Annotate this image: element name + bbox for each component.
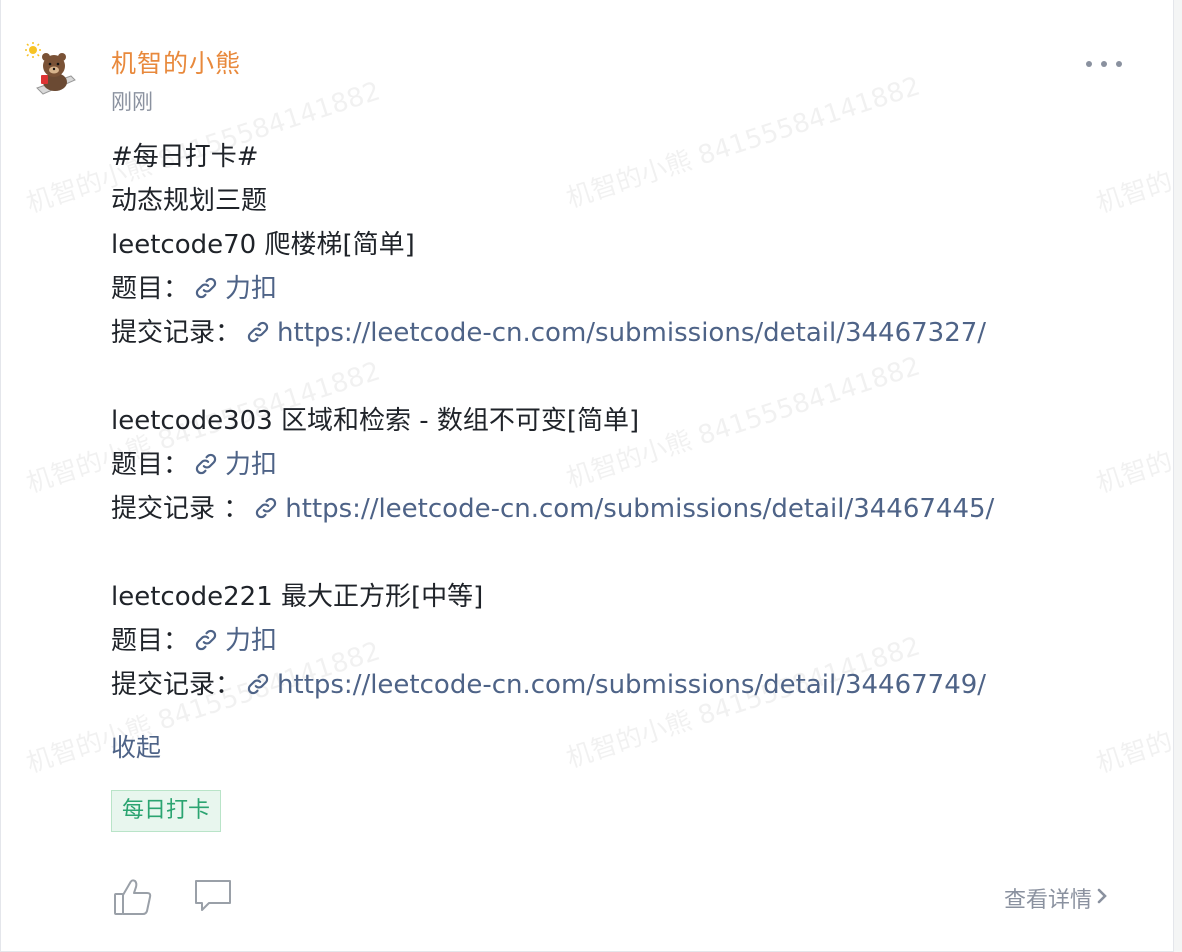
line-prefix: 题目： — [111, 626, 190, 656]
content-line: 提交记录： https://leetcode-cn.com/submissions… — [111, 311, 1151, 355]
content-line: #每日打卡# — [111, 142, 259, 172]
content-line: 提交记录 ： https://leetcode-cn.com/submission… — [111, 487, 1151, 531]
avatar[interactable] — [23, 42, 79, 98]
content-line: 题目： 力扣 — [111, 443, 1151, 487]
link-chain-icon — [193, 271, 219, 315]
content-line: leetcode70 爬楼梯[简单] — [111, 230, 415, 260]
line-prefix: 提交记录 ： — [111, 494, 250, 524]
problem-link[interactable]: 力扣 — [225, 626, 277, 656]
line-prefix: 提交记录： — [111, 318, 242, 348]
link-chain-icon — [193, 623, 219, 667]
post-content: #每日打卡# 动态规划三题 leetcode70 爬楼梯[简单] 题目： 力扣 提… — [111, 135, 1151, 707]
more-dots-icon[interactable] — [1086, 52, 1122, 76]
post-card: 机智的小熊 84155584141882 机智的小熊 8415558414188… — [0, 0, 1174, 952]
content-line: 题目： 力扣 — [111, 619, 1151, 663]
page-edge — [1174, 0, 1182, 952]
content-line: leetcode221 最大正方形[中等] — [111, 582, 484, 612]
link-chain-icon — [253, 491, 279, 535]
content-line: leetcode303 区域和检索 - 数组不可变[简单] — [111, 406, 640, 436]
submission-link[interactable]: https://leetcode-cn.com/submissions/deta… — [277, 318, 986, 348]
post-time: 刚刚 — [111, 90, 153, 114]
comment-bubble-icon[interactable] — [194, 878, 232, 920]
link-chain-icon — [193, 447, 219, 491]
content-line: 题目： 力扣 — [111, 267, 1151, 311]
problem-link[interactable]: 力扣 — [225, 450, 277, 480]
submission-link[interactable]: https://leetcode-cn.com/submissions/deta… — [285, 494, 994, 524]
content-line: 动态规划三题 — [111, 186, 268, 216]
topic-tag[interactable]: 每日打卡 — [111, 790, 222, 832]
submission-link[interactable]: https://leetcode-cn.com/submissions/deta… — [277, 670, 986, 700]
thumbs-up-icon[interactable] — [113, 878, 153, 920]
link-chain-icon — [245, 667, 271, 711]
line-prefix: 题目： — [111, 274, 190, 304]
view-detail-link[interactable]: 查看详情 — [1004, 882, 1108, 914]
chevron-right-icon — [1096, 886, 1108, 911]
line-prefix: 提交记录： — [111, 670, 242, 700]
problem-link[interactable]: 力扣 — [225, 274, 277, 304]
line-prefix: 题目： — [111, 450, 190, 480]
author-name[interactable]: 机智的小熊 — [111, 44, 241, 80]
collapse-button[interactable]: 收起 — [111, 728, 161, 764]
content-line: 提交记录： https://leetcode-cn.com/submissions… — [111, 663, 1151, 707]
view-detail-label: 查看详情 — [1004, 888, 1093, 913]
link-chain-icon — [245, 315, 271, 359]
